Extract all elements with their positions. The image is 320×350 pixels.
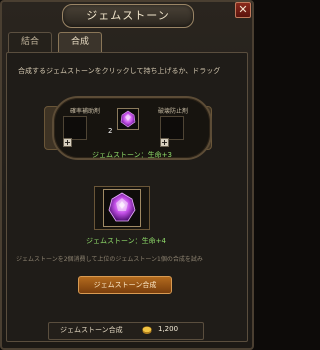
probability-aid-label: 確率補助剤: [70, 108, 101, 115]
window-title: ジェムストーン: [62, 4, 194, 28]
gem-quantity: 2: [108, 127, 113, 135]
purple-gem-icon: [108, 192, 136, 222]
result-gem-name: ジェムストーン：生命+4: [86, 237, 166, 245]
cost-value: 1,200: [158, 325, 179, 333]
cost-label: ジェムストーン合成: [60, 326, 123, 334]
instruction-text: 合成するジェムストーンをクリックして持ち上げるか、ドラッグ: [18, 67, 221, 75]
tab-synthesis[interactable]: 合成: [58, 32, 102, 52]
synthesis-description: ジェムストーンを2個消費して上位のジェムストーン1個の合成を試み: [16, 256, 203, 263]
add-destruction-prevention-button[interactable]: +: [160, 138, 169, 147]
purple-gem-icon: [120, 110, 136, 128]
close-button[interactable]: ✕: [235, 2, 251, 18]
gold-coin-icon: [142, 326, 152, 334]
source-gem-name: ジェムストーン：生命+3: [92, 151, 172, 159]
destruction-prevention-label: 破壊防止剤: [158, 108, 189, 115]
destruction-prevention-slot[interactable]: [160, 116, 184, 140]
probability-aid-slot[interactable]: [63, 116, 87, 140]
tab-combine[interactable]: 結合: [8, 32, 52, 52]
synthesize-button[interactable]: ジェムストーン合成: [78, 276, 172, 294]
result-gem-slot: [103, 189, 141, 227]
source-gem-slot[interactable]: [117, 108, 139, 130]
add-probability-aid-button[interactable]: +: [63, 138, 72, 147]
